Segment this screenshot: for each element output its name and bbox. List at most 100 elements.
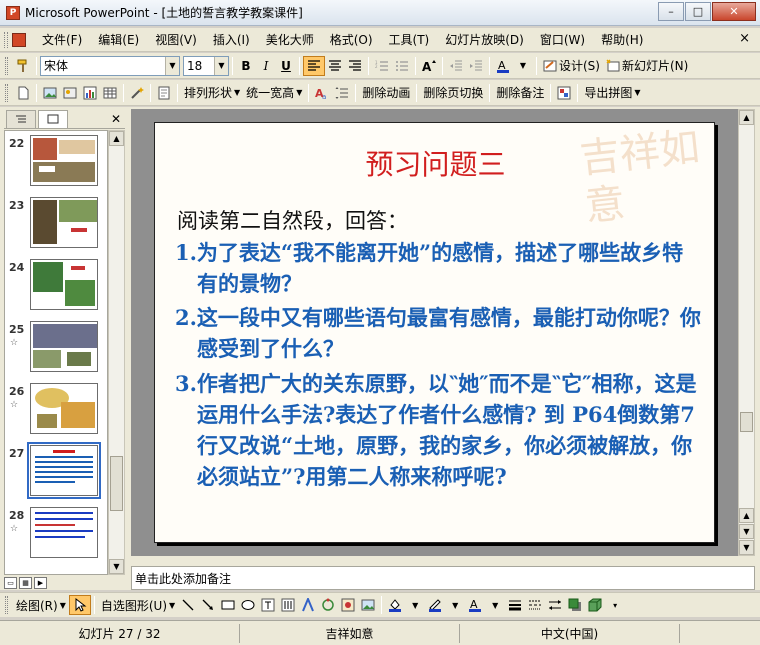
fill-color-icon[interactable] <box>385 595 405 615</box>
scroll-down-icon[interactable]: ▼ <box>739 540 754 555</box>
menu-file[interactable]: 文件(F) <box>34 30 90 50</box>
scroll-down-icon[interactable]: ▼ <box>109 559 124 574</box>
previous-slide-icon[interactable]: ▲ <box>739 508 754 523</box>
question-1[interactable]: 1.为了表达“我不能离开她”的感情，描述了哪些故乡特有的景物？ <box>175 237 703 299</box>
3d-style-icon[interactable] <box>585 595 605 615</box>
chart-icon[interactable] <box>80 83 100 103</box>
chevron-down-icon[interactable]: ▼ <box>445 595 465 615</box>
menu-tools[interactable]: 工具(T) <box>381 30 438 50</box>
slide-thumbnail-image[interactable] <box>30 259 98 310</box>
close-window-button[interactable]: ✕ <box>712 2 756 21</box>
chevron-down-icon[interactable]: ▼ <box>485 595 505 615</box>
scroll-up-icon[interactable]: ▲ <box>109 131 124 146</box>
slide-title[interactable]: 预习问题三 <box>155 143 714 183</box>
new-slide-button[interactable]: 新幻灯片(N) <box>603 56 691 76</box>
toolbar-grip[interactable] <box>5 83 8 102</box>
slides-list[interactable]: 22 23 24 25 ☆ 26 ☆ 27 28 ☆ <box>4 130 108 575</box>
delete-notes-button[interactable]: 删除备注 <box>493 83 547 103</box>
slide-thumbnail-row[interactable]: 26 ☆ <box>5 381 107 441</box>
toolbar-options-icon[interactable]: ▾ <box>605 595 625 615</box>
minimize-button[interactable]: – <box>658 2 684 21</box>
oval-icon[interactable] <box>238 595 258 615</box>
diagram-icon[interactable] <box>318 595 338 615</box>
align-right-icon[interactable] <box>345 56 365 76</box>
slideshow-view-icon[interactable]: ▶ <box>34 576 47 589</box>
align-left-icon[interactable] <box>303 55 325 76</box>
slide-thumbnail-row[interactable]: 28 ☆ <box>5 505 107 565</box>
shadow-style-icon[interactable] <box>565 595 585 615</box>
same-width-height-button[interactable]: 统一宽高 ▼ <box>243 83 305 103</box>
scrollbar-thumb[interactable] <box>110 456 123 511</box>
slide-thumbnail-image[interactable] <box>30 135 98 186</box>
font-color-icon[interactable]: A <box>493 56 513 76</box>
chevron-down-icon[interactable]: ▼ <box>214 56 228 75</box>
slide-sorter-view-icon[interactable]: ▦ <box>19 576 32 589</box>
dash-style-icon[interactable] <box>525 595 545 615</box>
tab-slides[interactable] <box>38 109 68 128</box>
text-style-icon[interactable]: Aa <box>312 83 332 103</box>
menu-format[interactable]: 格式(O) <box>322 30 381 50</box>
close-document-icon[interactable]: × <box>739 31 750 46</box>
line-style-icon[interactable] <box>505 595 525 615</box>
menu-help[interactable]: 帮助(H) <box>593 30 651 50</box>
align-center-icon[interactable] <box>325 56 345 76</box>
slide-thumbnail-row[interactable]: 27 <box>5 442 107 503</box>
format-painter-icon[interactable] <box>13 56 33 76</box>
numbering-icon[interactable]: 12 <box>372 56 392 76</box>
arrow-icon[interactable] <box>198 595 218 615</box>
line-spacing-icon[interactable] <box>332 83 352 103</box>
puzzle-icon[interactable] <box>554 83 574 103</box>
slide-thumbnail-row[interactable]: 24 <box>5 257 107 317</box>
decrease-indent-icon[interactable] <box>446 56 466 76</box>
scroll-up-icon[interactable]: ▲ <box>739 110 754 125</box>
notes-pane[interactable]: 单击此处添加备注 <box>131 566 755 590</box>
new-document-icon[interactable] <box>13 83 33 103</box>
underline-button[interactable]: U <box>276 56 296 76</box>
table-icon[interactable] <box>100 83 120 103</box>
slide-thumbnail-row[interactable]: 23 <box>5 195 107 255</box>
menu-edit[interactable]: 编辑(E) <box>90 30 147 50</box>
slide-thumbnail-image[interactable] <box>30 197 98 248</box>
toolbar-grip[interactable] <box>5 56 8 75</box>
select-objects-icon[interactable] <box>68 595 91 615</box>
insert-picture-icon[interactable] <box>358 595 378 615</box>
font-name-select[interactable]: 宋体 ▼ <box>40 55 180 76</box>
bold-button[interactable]: B <box>236 56 256 76</box>
slide-thumbnail-image[interactable] <box>30 321 98 372</box>
arrow-style-icon[interactable] <box>545 595 565 615</box>
slide-thumbnail-row[interactable]: 25 ☆ <box>5 319 107 379</box>
export-image-button[interactable]: 导出拼图 ▼ <box>581 83 643 103</box>
wordart-icon[interactable] <box>298 595 318 615</box>
chevron-down-icon[interactable]: ▼ <box>405 595 425 615</box>
draw-menu-button[interactable]: 绘图(R) ▼ <box>13 595 69 615</box>
slide-thumbnail-image-selected[interactable] <box>27 442 101 499</box>
line-icon[interactable] <box>178 595 198 615</box>
normal-view-icon[interactable]: ▭ <box>4 576 17 589</box>
slides-scrollbar[interactable]: ▲ ▼ <box>108 130 125 575</box>
chevron-down-icon[interactable]: ▼ <box>165 56 179 75</box>
menu-beautify[interactable]: 美化大师 <box>258 30 322 50</box>
horizontal-scrollbar[interactable] <box>131 556 738 564</box>
menu-insert[interactable]: 插入(I) <box>205 30 258 50</box>
menu-grip[interactable] <box>4 31 8 48</box>
magic-wand-icon[interactable] <box>127 83 147 103</box>
delete-animation-button[interactable]: 删除动画 <box>359 83 413 103</box>
tab-outline[interactable] <box>6 109 36 128</box>
toolbar-grip[interactable] <box>5 596 8 614</box>
clip-art-icon[interactable] <box>338 595 358 615</box>
increase-font-size-icon[interactable]: A <box>419 56 439 76</box>
autoshapes-menu-button[interactable]: 自选图形(U) ▼ <box>98 595 178 615</box>
slide-thumbnail-row[interactable]: 22 <box>5 133 107 193</box>
question-3[interactable]: 3.作者把广大的关东原野，以‶她″而不是‶它″相称，这是运用什么手法?表达了作者… <box>175 368 703 492</box>
text-box-icon[interactable] <box>258 595 278 615</box>
maximize-button[interactable]: □ <box>685 2 711 21</box>
close-pane-icon[interactable]: ✕ <box>111 112 121 126</box>
document-icon[interactable] <box>12 32 26 47</box>
question-2[interactable]: 2.这一段中又有哪些语句最富有感情，最能打动你呢？你感受到了什么？ <box>175 302 703 364</box>
powerpoint-app-icon[interactable]: P <box>6 5 20 20</box>
menu-window[interactable]: 窗口(W) <box>532 30 593 50</box>
scrollbar-thumb[interactable] <box>740 412 753 432</box>
next-slide-icon[interactable]: ▼ <box>739 524 754 539</box>
slide-scrollbar[interactable]: ▲ ▲ ▼ ▼ <box>738 109 755 556</box>
page-icon[interactable] <box>154 83 174 103</box>
